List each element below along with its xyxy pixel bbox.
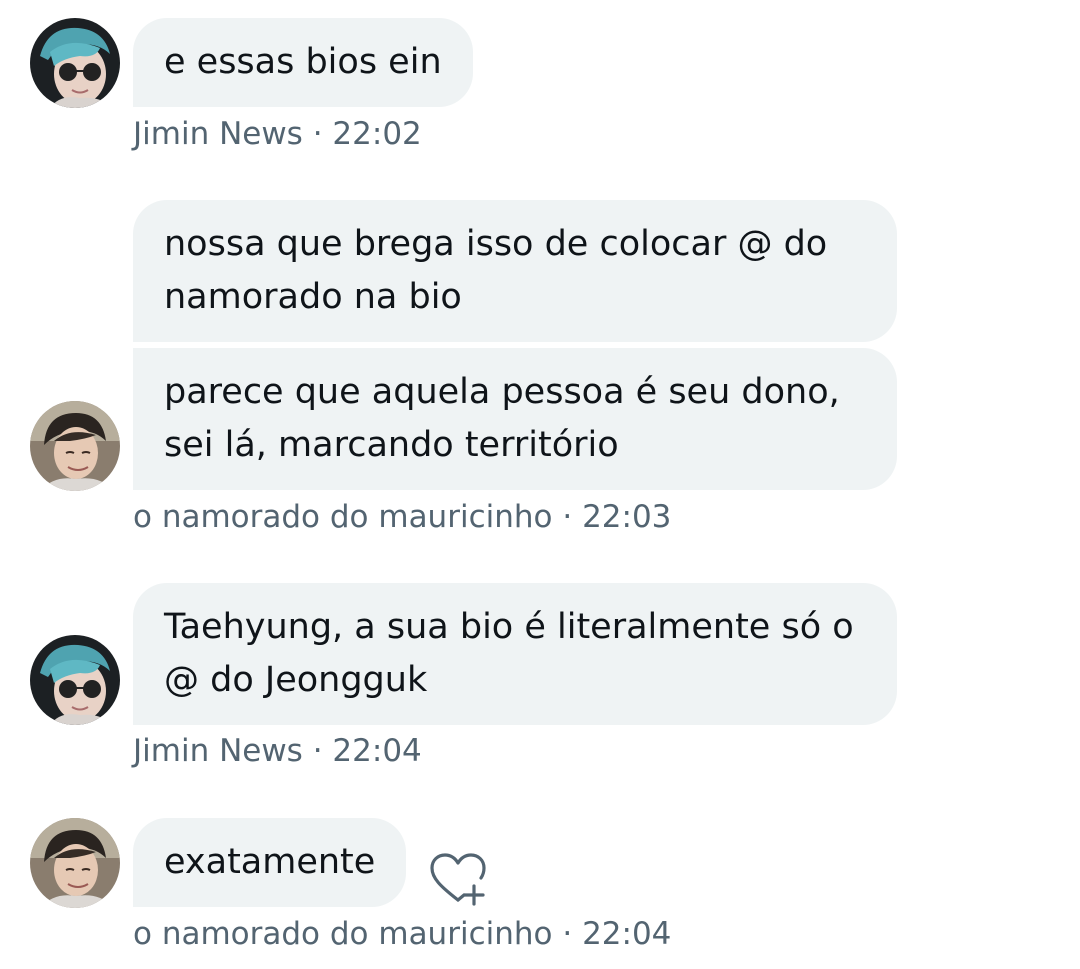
heart-plus-icon[interactable] <box>428 852 488 908</box>
separator: · <box>562 916 573 952</box>
separator: · <box>562 499 573 535</box>
timestamp: 22:04 <box>332 733 422 769</box>
avatar-jimin-news[interactable] <box>30 18 120 108</box>
message-text: exatamente <box>164 842 376 882</box>
message-meta: o namorado do mauricinho · 22:04 <box>133 916 671 952</box>
message-bubble[interactable]: Taehyung, a sua bio é literalmente só o … <box>133 583 897 725</box>
sender-name: Jimin News <box>133 116 303 152</box>
timestamp: 22:04 <box>582 916 672 952</box>
message-text: Taehyung, a sua bio é literalmente só o … <box>164 607 854 700</box>
message-text: e essas bios ein <box>164 42 442 82</box>
message-bubble[interactable]: e essas bios ein <box>133 18 473 107</box>
timestamp: 22:03 <box>582 499 672 535</box>
timestamp: 22:02 <box>332 116 422 152</box>
message-text: parece que aquela pessoa é seu dono, sei… <box>164 372 840 465</box>
avatar-jimin-news[interactable] <box>30 635 120 725</box>
message-text: nossa que brega isso de colocar @ do nam… <box>164 224 828 317</box>
sender-name: o namorado do mauricinho <box>133 916 553 952</box>
sender-name: o namorado do mauricinho <box>133 499 553 535</box>
separator: · <box>312 733 323 769</box>
avatar-namorado[interactable] <box>30 401 120 491</box>
separator: · <box>312 116 323 152</box>
message-bubble[interactable]: nossa que brega isso de colocar @ do nam… <box>133 200 897 342</box>
sender-name: Jimin News <box>133 733 303 769</box>
message-bubble[interactable]: parece que aquela pessoa é seu dono, sei… <box>133 348 897 490</box>
message-meta: Jimin News · 22:04 <box>133 733 422 769</box>
avatar-namorado[interactable] <box>30 818 120 908</box>
message-meta: Jimin News · 22:02 <box>133 116 422 152</box>
message-meta: o namorado do mauricinho · 22:03 <box>133 499 671 535</box>
message-bubble[interactable]: exatamente <box>133 818 407 907</box>
